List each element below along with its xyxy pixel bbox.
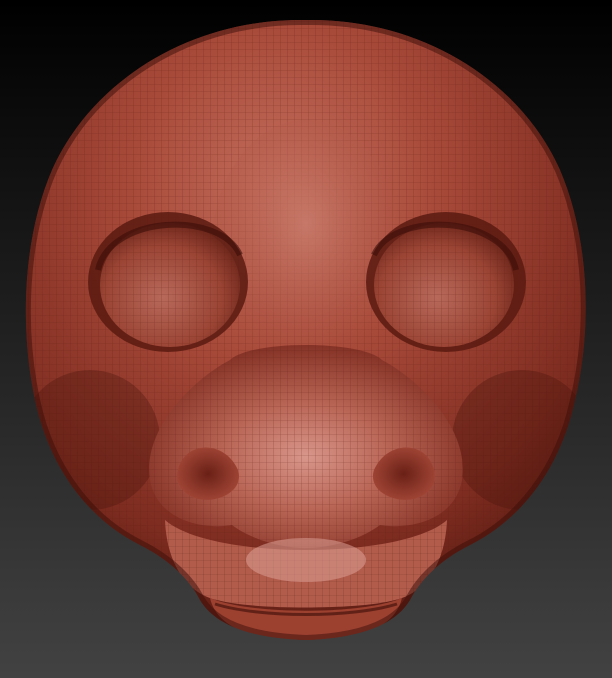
left-eye-socket [88, 212, 248, 352]
right-eye-socket [366, 212, 526, 352]
sculpt-viewport[interactable] [0, 0, 612, 678]
muzzle-highlight [246, 538, 366, 582]
viewport-canvas[interactable] [0, 0, 612, 678]
